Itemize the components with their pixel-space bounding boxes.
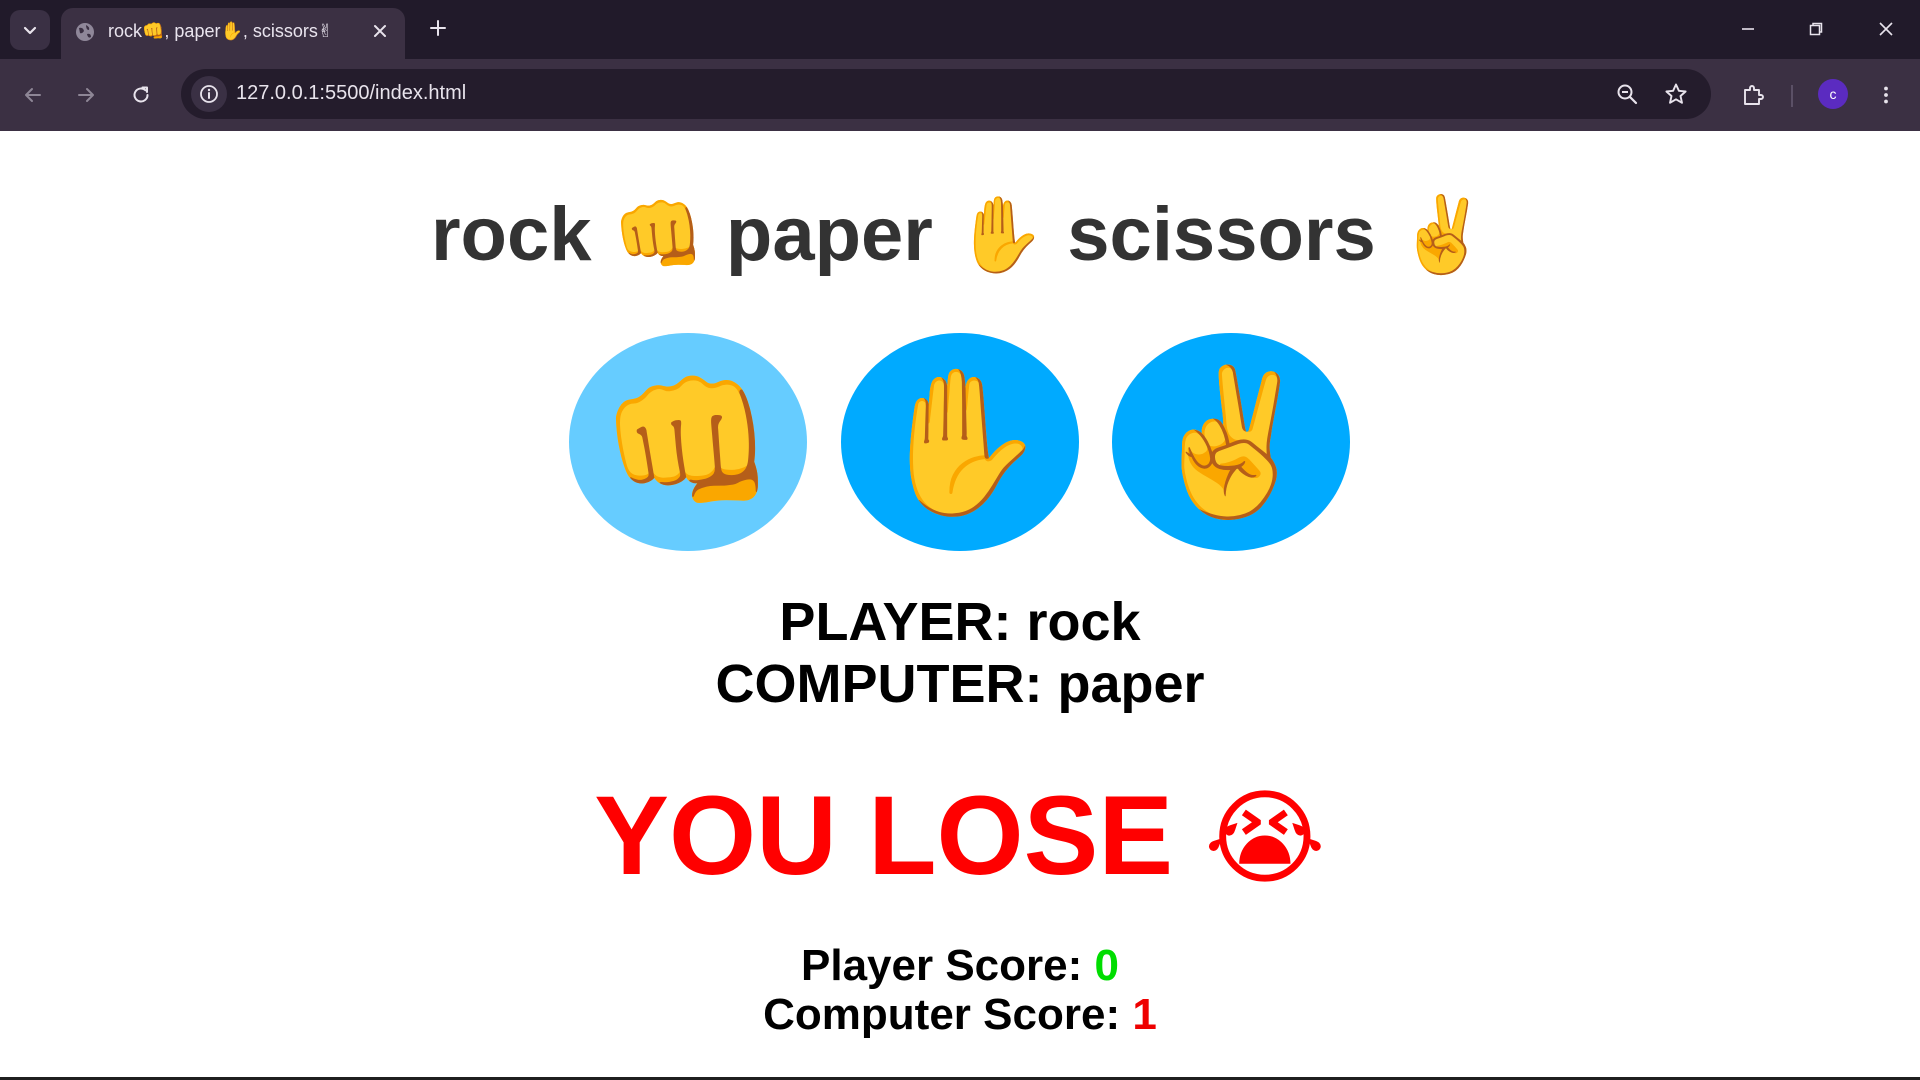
player-choice: rock	[1026, 592, 1141, 652]
rock-button[interactable]: 👊	[569, 333, 807, 551]
title-word-scissors: scissors	[1067, 192, 1376, 277]
plus-icon	[430, 20, 446, 36]
paper-button[interactable]: ✋	[841, 333, 1079, 551]
toolbar-divider	[1791, 85, 1793, 107]
url-text: 127.0.0.1:5500/index.html	[236, 82, 467, 104]
computer-choice-display: COMPUTER: paper	[0, 653, 1920, 715]
player-choice-display: PLAYER: rock	[0, 591, 1920, 653]
page-content: rock 👊 paper ✋ scissors ✌️ 👊 ✋ ✌️ PLAYER…	[0, 131, 1920, 1080]
result-text: YOU LOSE	[594, 773, 1174, 898]
puzzle-piece-icon	[1744, 85, 1764, 105]
title-word-rock: rock	[430, 192, 592, 277]
victory-hand-icon: ✌️	[1396, 193, 1489, 276]
scoreboard: Player Score: 0 Computer Score: 1	[0, 941, 1920, 1039]
star-icon	[1665, 83, 1687, 104]
restore-icon	[1809, 22, 1823, 36]
kebab-menu-icon	[1884, 86, 1888, 104]
browser-chrome: rock👊, paper✋, scissors✌ 127.0.0.1:5500/…	[0, 0, 1920, 131]
crying-face-icon: 😭	[1204, 781, 1326, 897]
tab-close-button[interactable]	[369, 20, 391, 42]
arrow-right-icon	[78, 88, 94, 102]
player-score-label: Player Score:	[801, 941, 1083, 990]
minimize-button[interactable]	[1733, 14, 1763, 44]
player-score-value: 0	[1094, 941, 1119, 990]
computer-score-value: 1	[1132, 990, 1157, 1039]
minimize-icon	[1742, 28, 1754, 30]
address-bar[interactable]: 127.0.0.1:5500/index.html	[181, 69, 1711, 119]
browser-toolbar: 127.0.0.1:5500/index.html c	[0, 59, 1920, 131]
fist-icon: 👊	[612, 193, 705, 276]
player-score-row: Player Score: 0	[0, 941, 1920, 990]
back-button[interactable]	[15, 77, 51, 113]
info-icon	[200, 85, 218, 103]
page-title: rock 👊 paper ✋ scissors ✌️	[0, 191, 1920, 279]
round-results: PLAYER: rock COMPUTER: paper	[0, 591, 1920, 715]
zoom-out-icon	[1617, 84, 1638, 105]
reload-icon	[133, 86, 149, 103]
arrow-left-icon	[25, 88, 41, 102]
computer-label: COMPUTER:	[715, 654, 1043, 714]
close-window-button[interactable]	[1871, 14, 1901, 44]
close-icon	[374, 25, 386, 37]
tab-strip: rock👊, paper✋, scissors✌	[0, 0, 1920, 59]
computer-choice: paper	[1057, 654, 1205, 714]
raised-hand-icon: ✋	[954, 193, 1047, 276]
site-info-button[interactable]	[191, 76, 227, 112]
reload-button[interactable]	[123, 77, 159, 113]
tab-title: rock👊, paper✋, scissors✌	[108, 21, 333, 41]
forward-button[interactable]	[68, 77, 104, 113]
bookmark-button[interactable]	[1660, 78, 1692, 110]
close-icon	[1879, 22, 1893, 36]
globe-icon	[76, 23, 94, 41]
zoom-button[interactable]	[1611, 78, 1643, 110]
scissors-button[interactable]: ✌️	[1112, 333, 1350, 551]
restore-button[interactable]	[1801, 14, 1831, 44]
chevron-down-icon	[23, 26, 37, 35]
computer-score-label: Computer Score:	[763, 990, 1121, 1039]
computer-score-row: Computer Score: 1	[0, 990, 1920, 1039]
player-label: PLAYER:	[779, 592, 1012, 652]
active-tab[interactable]: rock👊, paper✋, scissors✌	[61, 8, 405, 59]
extensions-button[interactable]	[1735, 77, 1771, 113]
tab-search-button[interactable]	[10, 10, 50, 50]
profile-avatar[interactable]: c	[1818, 79, 1848, 109]
menu-button[interactable]	[1868, 77, 1904, 113]
title-word-paper: paper	[725, 192, 933, 277]
new-tab-button[interactable]	[424, 14, 452, 42]
result-message: YOU LOSE 😭	[0, 771, 1920, 900]
choice-buttons: 👊 ✋ ✌️	[0, 333, 1920, 553]
